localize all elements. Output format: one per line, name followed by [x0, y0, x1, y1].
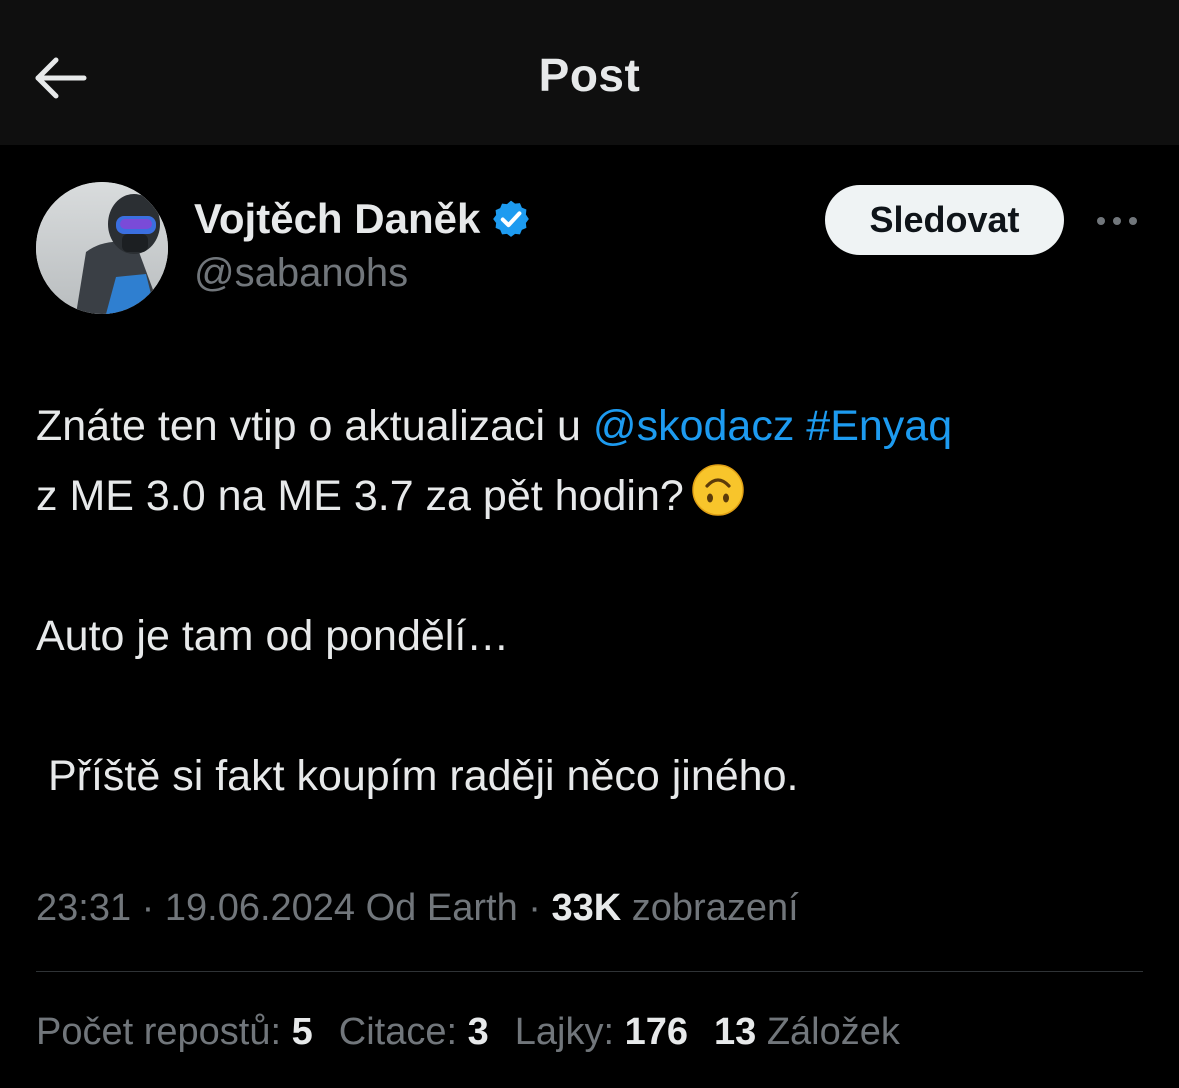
mention-link[interactable]: @skodacz [593, 402, 794, 450]
more-horizontal-icon [1097, 217, 1137, 225]
post-line-3: Auto je tam od pondělí… [36, 612, 510, 660]
upside-down-face-icon [692, 464, 744, 516]
author-name-row[interactable]: Vojtěch Daněk [194, 195, 532, 243]
follow-button[interactable]: Sledovat [825, 185, 1064, 255]
top-bar: Post [0, 0, 1179, 145]
bookmarks-count: 13 [713, 1011, 757, 1053]
bookmarks-stat[interactable]: 13 Záložek [714, 1011, 900, 1054]
post-source: Od Earth [365, 887, 518, 929]
bookmarks-label: Záložek [766, 1011, 900, 1053]
post-line-2: z ME 3.0 na ME 3.7 za pět hodin? [36, 461, 1146, 531]
likes-stat[interactable]: Lajky: 176 [515, 1011, 688, 1054]
meta-separator: · [131, 887, 165, 929]
more-button[interactable] [1094, 203, 1140, 239]
reposts-label: Počet repostů: [36, 1011, 282, 1053]
avatar[interactable] [36, 182, 168, 314]
author-name[interactable]: Vojtěch Daněk [194, 195, 480, 243]
post-date[interactable]: 19.06.2024 [165, 887, 355, 929]
quotes-label: Citace: [338, 1011, 458, 1053]
post-time[interactable]: 23:31 [36, 887, 131, 929]
post-text-segment: z ME 3.0 na ME 3.7 za pět hodin? [36, 472, 684, 520]
page-title: Post [538, 49, 641, 101]
reposts-stat[interactable]: Počet repostů: 5 [36, 1011, 313, 1054]
divider [36, 971, 1143, 972]
meta-separator: · [517, 887, 552, 929]
views-count[interactable]: 33K [551, 887, 621, 929]
post-stats: Počet repostů: 5 Citace: 3 Lajky: 176 13… [36, 1011, 926, 1054]
post-line-1: Znáte ten vtip o aktualizaci u @skodacz … [36, 391, 1146, 461]
post-meta: 23:31 · 19.06.2024 Od Earth · 33K zobraz… [36, 887, 799, 930]
quotes-count: 3 [467, 1011, 489, 1053]
likes-label: Lajky: [514, 1011, 615, 1053]
post-line-4: Příště si fakt koupím raději něco jiného… [36, 752, 799, 800]
avatar-image [36, 182, 168, 314]
post-text: Znáte ten vtip o aktualizaci u @skodacz … [36, 391, 1146, 811]
author-handle[interactable]: @sabanohs [194, 251, 408, 296]
likes-count: 176 [624, 1011, 688, 1053]
post-text-segment: Znáte ten vtip o aktualizaci u [36, 402, 593, 450]
views-label: zobrazení [631, 887, 799, 929]
reposts-count: 5 [291, 1011, 313, 1053]
hashtag-link[interactable]: #Enyaq [806, 402, 952, 450]
verified-badge-icon [493, 200, 530, 237]
quotes-stat[interactable]: Citace: 3 [339, 1011, 489, 1054]
